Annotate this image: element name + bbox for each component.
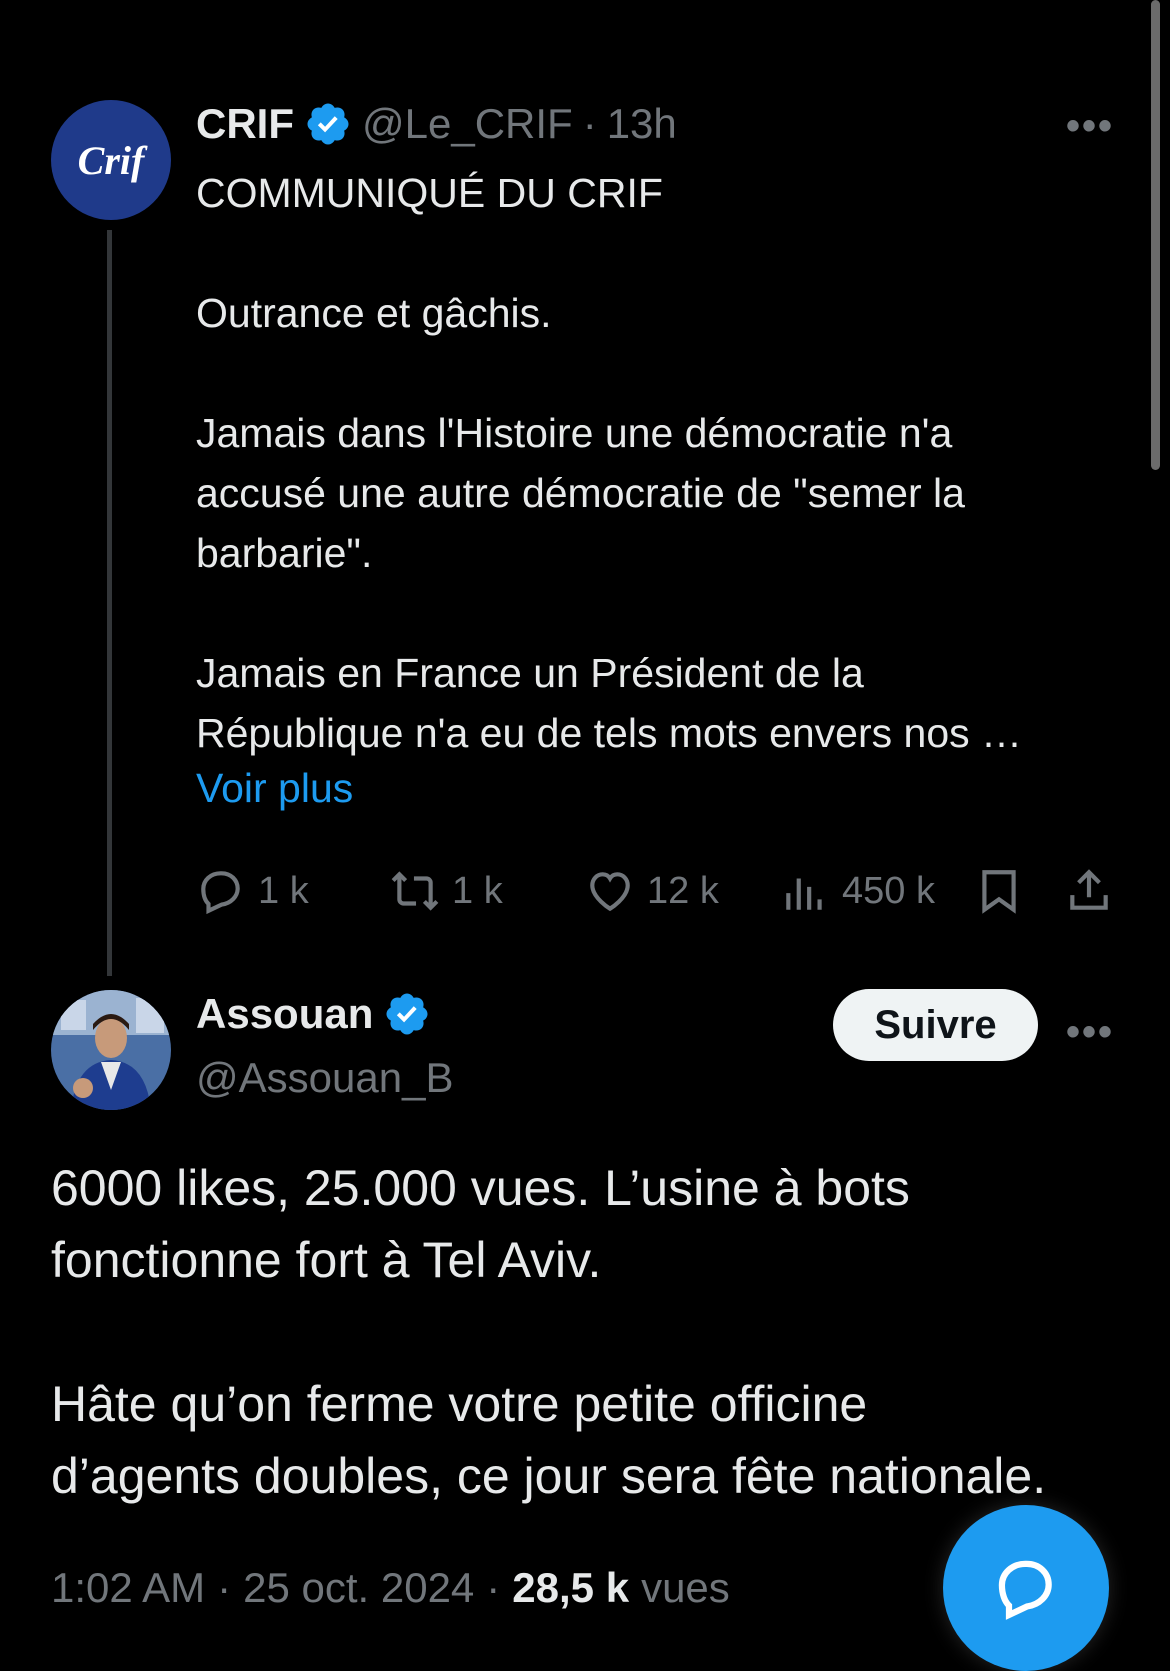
compose-fab-button[interactable] [943, 1505, 1109, 1671]
verified-badge-icon [386, 993, 428, 1035]
crif-avatar[interactable]: Crif [51, 100, 171, 220]
crif-logo-text: Crif [77, 137, 145, 183]
retweet-icon [391, 871, 439, 911]
verified-badge-icon [307, 103, 349, 145]
crif-tweet-text: COMMUNIQUÉ DU CRIF Outrance et gâchis. J… [196, 170, 1023, 756]
scrollbar[interactable] [1151, 0, 1160, 470]
crif-name[interactable]: CRIF [196, 100, 294, 148]
like-button[interactable]: 12 k [585, 866, 719, 916]
reply-button[interactable]: 1 k [196, 866, 309, 916]
follow-button[interactable]: Suivre [833, 989, 1038, 1061]
main-tweet-text: 6000 likes, 25.000 vues. L’usine à bots … [51, 1160, 1047, 1504]
bookmark-icon [982, 870, 1016, 914]
share-button[interactable] [1064, 866, 1126, 916]
assouan-header: Assouan [196, 990, 431, 1038]
assouan-avatar[interactable] [51, 990, 171, 1110]
tweet-views-count[interactable]: 28,5 k [512, 1564, 629, 1612]
heart-icon [590, 872, 630, 912]
meta-separator: · [217, 1564, 232, 1611]
like-count: 12 k [647, 869, 719, 912]
retweet-button[interactable]: 1 k [390, 866, 503, 916]
header-separator: · [582, 100, 597, 147]
see-more-link[interactable]: Voir plus [196, 765, 353, 812]
tweet-meta: 1:02 AM · 25 oct. 2024 · 28,5 k vues [51, 1564, 730, 1612]
assouan-handle[interactable]: @Assouan_B [196, 1054, 453, 1102]
more-options-icon[interactable]: ••• [1066, 104, 1114, 149]
analytics-icon [786, 878, 822, 910]
tweet-views-label: vues [641, 1564, 730, 1611]
bookmark-button[interactable] [974, 866, 1036, 916]
tweet-date[interactable]: 25 oct. 2024 [243, 1564, 474, 1612]
crif-header: CRIF @Le_CRIF · 13h [196, 100, 677, 148]
crif-handle[interactable]: @Le_CRIF [362, 100, 573, 148]
retweet-count: 1 k [452, 869, 503, 912]
tweet-time[interactable]: 1:02 AM [51, 1564, 205, 1612]
view-count: 450 k [842, 869, 935, 912]
more-options-icon[interactable]: ••• [1066, 1010, 1114, 1055]
thread-line [107, 230, 112, 976]
reply-bubble-icon [998, 1560, 1052, 1620]
meta-separator: · [486, 1564, 501, 1611]
reply-icon [201, 871, 240, 915]
avatar-photo [51, 990, 171, 1110]
reply-count: 1 k [258, 869, 309, 912]
assouan-name[interactable]: Assouan [196, 990, 373, 1038]
views-button[interactable]: 450 k [780, 866, 935, 916]
crif-time[interactable]: 13h [607, 100, 677, 148]
share-icon [1070, 869, 1108, 910]
